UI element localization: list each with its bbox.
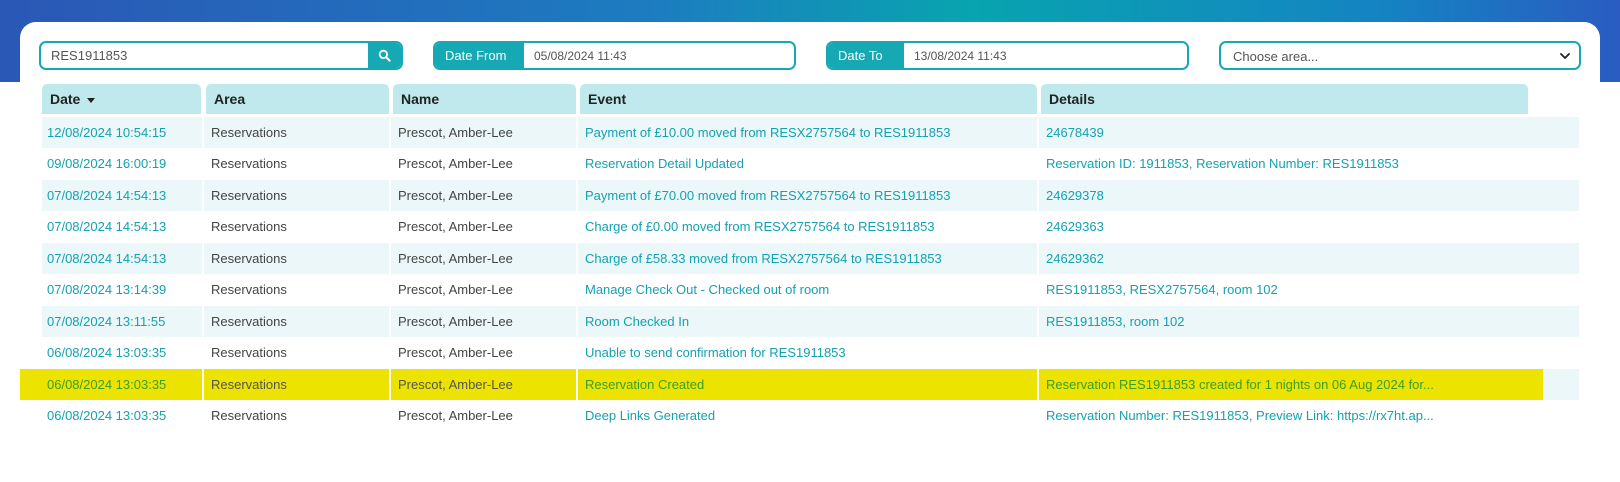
row-event[interactable]: Room Checked In (585, 306, 1035, 337)
table-row[interactable]: 07/08/2024 14:54:13 Reservations Prescot… (42, 211, 1579, 242)
row-event[interactable]: Reservation Created (585, 369, 1035, 400)
row-name: Prescot, Amber-Lee (398, 314, 513, 329)
row-details[interactable]: RES1911853, RESX2757564, room 102 (1046, 274, 1451, 305)
row-event[interactable]: Charge of £58.33 moved from RESX2757564 … (585, 243, 1035, 274)
row-area: Reservations (211, 156, 287, 171)
table-row[interactable]: 07/08/2024 13:11:55 Reservations Prescot… (42, 306, 1579, 337)
column-header-details[interactable]: Details (1041, 84, 1528, 114)
table-row[interactable]: 06/08/2024 13:03:35 Reservations Prescot… (42, 400, 1579, 431)
row-date[interactable]: 07/08/2024 14:54:13 (47, 180, 202, 211)
search-button[interactable] (368, 43, 401, 68)
row-area: Reservations (211, 345, 287, 360)
row-event[interactable]: Deep Links Generated (585, 400, 1035, 431)
date-from-label: Date From (435, 43, 524, 68)
column-divider (576, 114, 578, 434)
row-date[interactable]: 07/08/2024 13:11:55 (47, 306, 202, 337)
row-name: Prescot, Amber-Lee (398, 156, 513, 171)
column-header-area-label: Area (214, 91, 246, 107)
date-to-label: Date To (828, 43, 904, 68)
column-header-area[interactable]: Area (206, 84, 389, 114)
date-to-input[interactable] (904, 43, 1187, 68)
search-input[interactable] (41, 43, 388, 68)
row-date[interactable]: 06/08/2024 13:03:35 (47, 400, 202, 431)
row-event[interactable]: Charge of £0.00 moved from RESX2757564 t… (585, 211, 1035, 242)
row-date[interactable]: 06/08/2024 13:03:35 (47, 369, 202, 400)
column-header-details-label: Details (1049, 91, 1095, 107)
table-row[interactable]: 07/08/2024 14:54:13 Reservations Prescot… (42, 180, 1579, 211)
row-details[interactable]: 24629363 (1046, 211, 1451, 242)
row-details[interactable]: Reservation Number: RES1911853, Preview … (1046, 400, 1451, 431)
row-details[interactable]: RES1911853, room 102 (1046, 306, 1451, 337)
left-strip (0, 82, 20, 461)
row-event[interactable]: Reservation Detail Updated (585, 148, 1035, 179)
area-select-placeholder: Choose area... (1233, 49, 1319, 64)
row-date[interactable]: 09/08/2024 16:00:19 (47, 148, 202, 179)
row-details[interactable]: 24678439 (1046, 117, 1451, 148)
row-name: Prescot, Amber-Lee (398, 188, 513, 203)
column-header-name-label: Name (401, 91, 440, 107)
table-row[interactable]: 09/08/2024 16:00:19 Reservations Prescot… (42, 148, 1579, 179)
column-header-event-label: Event (588, 91, 627, 107)
row-date[interactable]: 12/08/2024 10:54:15 (47, 117, 202, 148)
row-area: Reservations (211, 251, 287, 266)
table-row[interactable]: 07/08/2024 14:54:13 Reservations Prescot… (42, 243, 1579, 274)
row-name: Prescot, Amber-Lee (398, 345, 513, 360)
table-row[interactable]: 12/08/2024 10:54:15 Reservations Prescot… (42, 117, 1579, 148)
row-event[interactable]: Unable to send confirmation for RES19118… (585, 337, 1035, 368)
sort-desc-icon (87, 98, 96, 103)
row-area: Reservations (211, 219, 287, 234)
date-from-field: Date From (433, 41, 796, 70)
row-details[interactable]: 24629378 (1046, 180, 1451, 211)
column-divider (389, 114, 391, 434)
row-name: Prescot, Amber-Lee (398, 251, 513, 266)
row-area: Reservations (211, 125, 287, 140)
row-area: Reservations (211, 377, 287, 392)
chevron-down-icon (1560, 53, 1570, 59)
row-details[interactable]: Reservation ID: 1911853, Reservation Num… (1046, 148, 1451, 179)
row-date[interactable]: 07/08/2024 14:54:13 (47, 211, 202, 242)
row-event[interactable]: Payment of £10.00 moved from RESX2757564… (585, 117, 1035, 148)
column-divider (202, 114, 204, 434)
row-date[interactable]: 07/08/2024 14:54:13 (47, 243, 202, 274)
row-name: Prescot, Amber-Lee (398, 377, 513, 392)
row-name: Prescot, Amber-Lee (398, 282, 513, 297)
row-date[interactable]: 06/08/2024 13:03:35 (47, 337, 202, 368)
row-details[interactable] (1046, 337, 1451, 368)
area-select[interactable]: Choose area... (1219, 41, 1581, 70)
search-field (39, 41, 403, 70)
row-name: Prescot, Amber-Lee (398, 408, 513, 423)
row-event[interactable]: Payment of £70.00 moved from RESX2757564… (585, 180, 1035, 211)
row-area: Reservations (211, 188, 287, 203)
table-row[interactable]: 06/08/2024 13:03:35 Reservations Prescot… (42, 337, 1579, 368)
search-icon (378, 49, 391, 62)
row-area: Reservations (211, 282, 287, 297)
row-date[interactable]: 07/08/2024 13:14:39 (47, 274, 202, 305)
row-details[interactable]: Reservation RES1911853 created for 1 nig… (1046, 369, 1451, 400)
column-header-name[interactable]: Name (393, 84, 576, 114)
row-event[interactable]: Manage Check Out - Checked out of room (585, 274, 1035, 305)
table-row-highlighted[interactable]: 06/08/2024 13:03:35 Reservations Prescot… (20, 369, 1543, 400)
date-from-input[interactable] (524, 43, 794, 68)
column-divider (1037, 114, 1039, 434)
row-area: Reservations (211, 408, 287, 423)
row-name: Prescot, Amber-Lee (398, 219, 513, 234)
row-name: Prescot, Amber-Lee (398, 125, 513, 140)
row-details[interactable]: 24629362 (1046, 243, 1451, 274)
column-header-date[interactable]: Date (42, 84, 201, 114)
table-row[interactable]: 07/08/2024 13:14:39 Reservations Prescot… (42, 274, 1579, 305)
date-to-field: Date To (826, 41, 1189, 70)
row-area: Reservations (211, 314, 287, 329)
column-header-event[interactable]: Event (580, 84, 1037, 114)
column-header-date-label: Date (50, 91, 81, 107)
